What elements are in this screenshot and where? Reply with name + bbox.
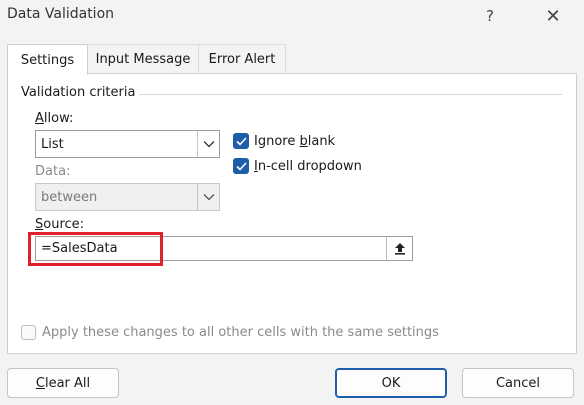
chevron-down-icon[interactable] xyxy=(197,184,219,210)
collapse-dialog-button[interactable] xyxy=(386,237,412,260)
ignore-blank-checkbox[interactable]: Ignore blank xyxy=(233,133,335,149)
help-button[interactable]: ? xyxy=(475,2,505,30)
checkmark-icon xyxy=(233,133,249,149)
validation-criteria-label: Validation criteria xyxy=(21,85,140,100)
allow-value: List xyxy=(41,137,64,152)
source-label: Source: xyxy=(35,217,85,232)
upload-arrow-icon xyxy=(394,243,405,255)
close-icon: ✕ xyxy=(545,5,561,27)
tab-error-alert[interactable]: Error Alert xyxy=(199,44,286,73)
group-divider xyxy=(130,94,562,95)
allow-dropdown[interactable]: List xyxy=(35,130,220,158)
apply-to-all-checkbox[interactable]: Apply these changes to all other cells w… xyxy=(21,325,439,340)
allow-label: Allow: xyxy=(35,111,74,126)
tab-input-message[interactable]: Input Message xyxy=(88,44,199,73)
ok-button[interactable]: OK xyxy=(335,368,447,398)
chevron-down-icon[interactable] xyxy=(197,131,219,157)
settings-panel xyxy=(7,73,577,354)
apply-to-all-label: Apply these changes to all other cells w… xyxy=(42,325,439,340)
in-cell-dropdown-checkbox[interactable]: In-cell dropdown xyxy=(233,158,362,174)
checkbox-empty-icon xyxy=(21,325,36,340)
source-value: =SalesData xyxy=(41,241,118,256)
checkmark-icon xyxy=(233,158,249,174)
clear-all-button[interactable]: Clear All xyxy=(7,368,119,398)
in-cell-dropdown-label: In-cell dropdown xyxy=(254,158,362,174)
cancel-button[interactable]: Cancel xyxy=(462,368,574,398)
title-bar: Data Validation ? ✕ xyxy=(0,0,584,32)
data-label: Data: xyxy=(35,164,71,179)
data-dropdown[interactable]: between xyxy=(35,183,220,211)
close-button[interactable]: ✕ xyxy=(538,2,568,30)
dialog-title: Data Validation xyxy=(7,6,115,22)
data-value: between xyxy=(41,190,98,205)
ignore-blank-label: Ignore blank xyxy=(254,133,336,149)
source-input[interactable]: =SalesData xyxy=(35,236,413,261)
tab-settings[interactable]: Settings xyxy=(7,44,88,75)
